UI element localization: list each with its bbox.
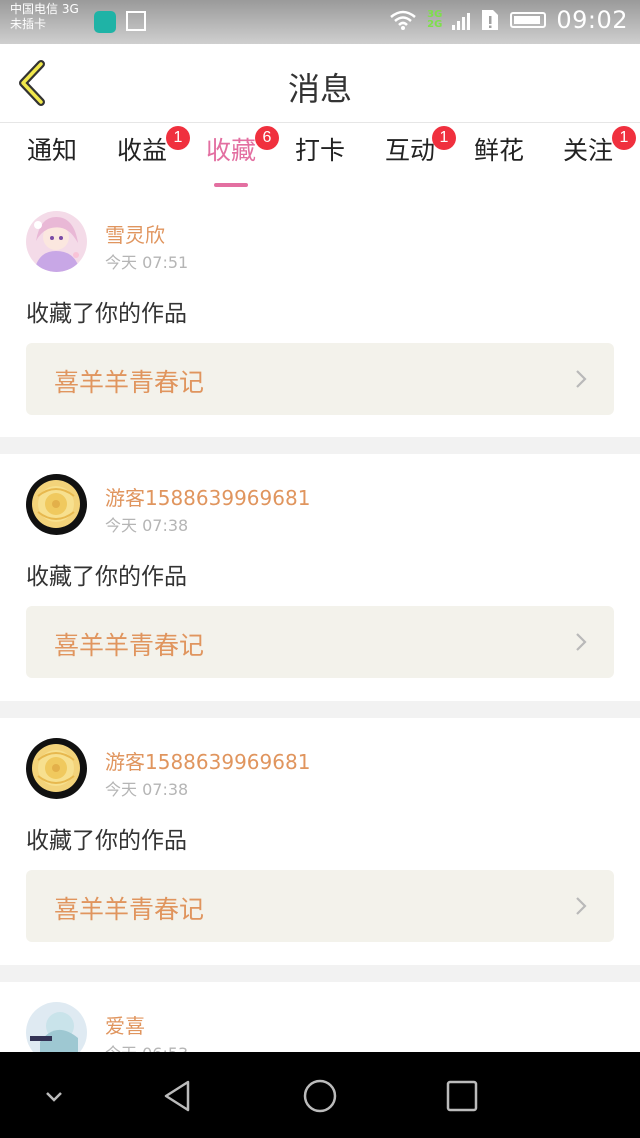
anime-avatar[interactable] bbox=[26, 1002, 87, 1052]
tab-label: 收益 bbox=[116, 136, 167, 165]
unread-badge: 1 bbox=[612, 126, 636, 150]
work-title: 喜羊羊青春记 bbox=[54, 895, 205, 924]
message-item: 爱喜 今天 06:53 bbox=[0, 982, 640, 1052]
tab-flowers[interactable]: 鲜花 bbox=[471, 133, 527, 183]
unread-badge: 1 bbox=[432, 126, 456, 150]
message-time: 今天 07:38 bbox=[105, 780, 189, 799]
status-bar: 中国电信 3G 未插卡 3G 2G 09:02 bbox=[0, 0, 640, 44]
chevron-right-icon bbox=[576, 370, 587, 388]
username[interactable]: 爱喜 bbox=[105, 1010, 145, 1039]
status-right: 3G 2G 09:02 bbox=[389, 6, 628, 34]
tab-label: 互动 bbox=[384, 136, 435, 165]
tab-label: 关注 bbox=[562, 136, 613, 165]
battery-icon bbox=[510, 12, 547, 28]
work-link[interactable]: 喜羊羊青春记 bbox=[26, 343, 614, 415]
app-header: 消息 bbox=[0, 44, 640, 123]
sim-icon bbox=[482, 10, 499, 30]
clock: 09:02 bbox=[556, 6, 628, 34]
sim-status: 未插卡 bbox=[10, 17, 47, 31]
network-bottom: 2G bbox=[427, 19, 443, 30]
work-title: 喜羊羊青春记 bbox=[54, 631, 205, 660]
tab-checkin[interactable]: 打卡 bbox=[292, 133, 348, 183]
active-tab-indicator bbox=[214, 183, 248, 187]
message-text: 收藏了你的作品 bbox=[26, 564, 187, 590]
tab-bar: 通知 收益 1 收藏 6 打卡 互动 1 鲜花 关注 1 bbox=[0, 123, 640, 191]
username[interactable]: 游客1588639969681 bbox=[105, 746, 310, 775]
tab-following[interactable]: 关注 1 bbox=[560, 126, 636, 183]
chevron-down-icon[interactable] bbox=[32, 1074, 76, 1118]
work-link[interactable]: 喜羊羊青春记 bbox=[26, 870, 614, 942]
recents-square-icon[interactable] bbox=[440, 1074, 484, 1118]
message-item: 雪灵欣 今天 07:51 收藏了你的作品 喜羊羊青春记 bbox=[0, 191, 640, 437]
chevron-right-icon bbox=[576, 897, 587, 915]
message-time: 今天 07:51 bbox=[105, 253, 189, 272]
image-icon bbox=[126, 11, 146, 31]
tab-label: 鲜花 bbox=[473, 136, 524, 165]
chevron-right-icon bbox=[576, 633, 587, 651]
anime-girl-avatar[interactable] bbox=[26, 211, 87, 272]
tab-label: 打卡 bbox=[294, 136, 345, 165]
tab-favorites[interactable]: 收藏 6 bbox=[203, 126, 279, 187]
back-triangle-icon[interactable] bbox=[156, 1074, 200, 1118]
yellow-flower-avatar[interactable] bbox=[26, 474, 87, 535]
message-text: 收藏了你的作品 bbox=[26, 301, 187, 327]
tab-interaction[interactable]: 互动 1 bbox=[382, 126, 456, 183]
tab-label: 通知 bbox=[26, 136, 77, 165]
wifi-icon bbox=[390, 10, 416, 30]
message-item: 游客1588639969681 今天 07:38 收藏了你的作品 喜羊羊青春记 bbox=[0, 718, 640, 965]
page-title: 消息 bbox=[287, 70, 352, 108]
tab-earnings[interactable]: 收益 1 bbox=[114, 126, 190, 183]
carrier-name: 中国电信 3G bbox=[10, 2, 79, 16]
message-item: 游客1588639969681 今天 07:38 收藏了你的作品 喜羊羊青春记 bbox=[0, 454, 640, 701]
home-circle-icon[interactable] bbox=[298, 1074, 342, 1118]
huawei-app-icon bbox=[94, 11, 116, 33]
work-link[interactable]: 喜羊羊青春记 bbox=[26, 606, 614, 678]
tab-notification[interactable]: 通知 bbox=[24, 133, 80, 183]
signal-icon bbox=[452, 10, 471, 30]
tab-label: 收藏 bbox=[205, 136, 256, 165]
message-time: 今天 06:53 bbox=[105, 1040, 188, 1052]
carrier-info: 中国电信 3G 未插卡 bbox=[10, 2, 79, 32]
unread-badge: 1 bbox=[166, 126, 190, 150]
work-title: 喜羊羊青春记 bbox=[54, 368, 205, 397]
message-text: 收藏了你的作品 bbox=[26, 828, 187, 854]
message-time: 今天 07:38 bbox=[105, 516, 189, 535]
username[interactable]: 雪灵欣 bbox=[105, 219, 165, 248]
username[interactable]: 游客1588639969681 bbox=[105, 482, 310, 511]
yellow-flower-avatar[interactable] bbox=[26, 738, 87, 799]
network-type: 3G 2G bbox=[427, 10, 442, 30]
system-nav-bar bbox=[0, 1052, 640, 1138]
unread-badge: 6 bbox=[255, 126, 279, 150]
